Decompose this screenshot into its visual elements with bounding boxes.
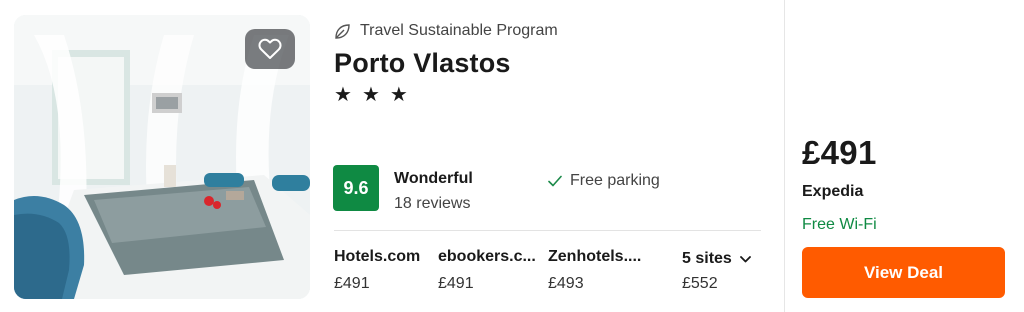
hotel-result-card: Travel Sustainable Program Porto Vlastos… xyxy=(0,0,1024,312)
more-sites-price: £552 xyxy=(682,275,718,292)
save-favorite-button[interactable] xyxy=(245,29,295,69)
deal-price: £491 xyxy=(802,134,877,171)
star-icon: ★ xyxy=(389,84,408,106)
deal-perk: Free Wi-Fi xyxy=(802,216,877,233)
star-rating: ★ ★ ★ xyxy=(334,84,408,106)
hotel-photo[interactable] xyxy=(14,15,310,299)
review-score-badge: 9.6 xyxy=(333,165,379,211)
more-sites-dropdown[interactable]: 5 sites £552 xyxy=(682,250,751,293)
site-price: £493 xyxy=(548,275,584,292)
amenity-free-parking: Free parking xyxy=(548,172,660,190)
site-name: Hotels.com xyxy=(334,248,421,265)
star-icon: ★ xyxy=(334,84,352,106)
view-deal-button[interactable]: View Deal xyxy=(802,247,1005,298)
leaf-icon xyxy=(335,23,350,39)
site-price-ebookers[interactable]: ebookers.c... £491 xyxy=(438,248,536,293)
hotel-name[interactable]: Porto Vlastos xyxy=(334,48,511,79)
sustainability-text: Travel Sustainable Program xyxy=(360,22,558,39)
site-price-zenhotels[interactable]: Zenhotels.... £493 xyxy=(548,248,641,293)
deal-provider: Expedia xyxy=(802,183,864,200)
site-price: £491 xyxy=(438,275,474,292)
site-price: £491 xyxy=(334,275,370,292)
site-name: Zenhotels.... xyxy=(548,248,642,265)
heart-icon xyxy=(258,38,282,59)
review-count[interactable]: 18 reviews xyxy=(394,195,470,213)
chevron-down-icon xyxy=(739,255,751,262)
divider xyxy=(334,230,761,231)
site-price-hotels-com[interactable]: Hotels.com £491 xyxy=(334,248,420,293)
more-sites-label: 5 sites xyxy=(682,250,732,267)
sustainability-label: Travel Sustainable Program xyxy=(334,20,558,42)
column-divider xyxy=(784,0,785,312)
star-icon: ★ xyxy=(361,84,380,106)
site-name: ebookers.c... xyxy=(438,248,536,265)
amenity-label: Free parking xyxy=(570,172,660,189)
review-score-label: Wonderful xyxy=(394,170,473,187)
check-icon xyxy=(548,175,562,187)
